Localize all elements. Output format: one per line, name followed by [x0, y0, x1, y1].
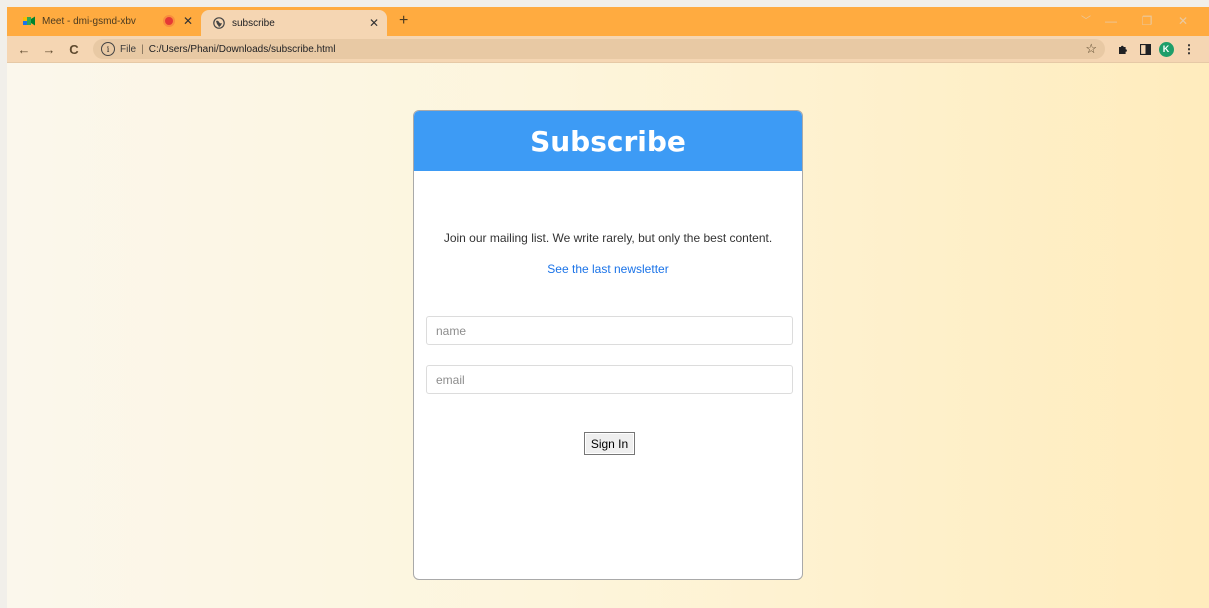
tab-search-icon[interactable]: ﹀ [1081, 12, 1091, 27]
description-text: Join our mailing list. We write rarely, … [443, 231, 773, 245]
subscribe-card: Subscribe Join our mailing list. We writ… [413, 110, 803, 580]
browser-toolbar: ← → C i File | C:/Users/Phani/Downloads/… [7, 36, 1209, 63]
side-panel-icon[interactable] [1137, 41, 1153, 57]
sign-in-button[interactable]: Sign In [584, 432, 635, 455]
url-text[interactable]: C:/Users/Phani/Downloads/subscribe.html [149, 44, 336, 55]
menu-kebab-icon[interactable]: ⋮ [1181, 41, 1197, 57]
tab-strip: Meet - dmi-gsmd-xbv ✕ subscribe ✕ + ﹀ — … [7, 7, 1209, 36]
window-controls: — ❐ ✕ [1093, 11, 1201, 31]
address-bar[interactable]: i File | C:/Users/Phani/Downloads/subscr… [93, 39, 1105, 59]
scheme-label: File [120, 43, 137, 55]
browser-window: Meet - dmi-gsmd-xbv ✕ subscribe ✕ + ﹀ — … [7, 7, 1209, 608]
profile-avatar[interactable]: K [1158, 41, 1174, 57]
tab-title: Meet - dmi-gsmd-xbv [42, 15, 136, 27]
forward-arrow-icon[interactable]: → [40, 40, 58, 58]
extensions-puzzle-icon[interactable] [1115, 41, 1131, 57]
tab-subscribe[interactable]: subscribe ✕ [201, 10, 387, 36]
tab-title: subscribe [232, 17, 275, 29]
google-meet-icon [23, 15, 35, 27]
back-arrow-icon[interactable]: ← [15, 40, 33, 58]
newsletter-link[interactable]: See the last newsletter [414, 262, 802, 276]
page-viewport: Subscribe Join our mailing list. We writ… [7, 63, 1209, 608]
name-input[interactable] [426, 316, 793, 345]
close-tab-icon[interactable]: ✕ [367, 16, 381, 30]
restore-icon[interactable]: ❐ [1129, 11, 1165, 31]
info-icon[interactable]: i [101, 42, 115, 56]
close-tab-icon[interactable]: ✕ [181, 14, 195, 28]
avatar: K [1158, 41, 1174, 57]
tab-meet[interactable]: Meet - dmi-gsmd-xbv ✕ [11, 9, 201, 33]
minimize-icon[interactable]: — [1093, 11, 1129, 31]
card-title: Subscribe [414, 111, 802, 171]
bookmark-star-icon[interactable]: ☆ [1085, 41, 1097, 57]
email-input[interactable] [426, 365, 793, 394]
reload-icon[interactable]: C [65, 40, 83, 58]
close-window-icon[interactable]: ✕ [1165, 11, 1201, 31]
new-tab-button[interactable]: + [399, 13, 408, 29]
address-separator: | [141, 43, 144, 55]
recording-icon [165, 17, 173, 25]
globe-icon [213, 17, 225, 29]
